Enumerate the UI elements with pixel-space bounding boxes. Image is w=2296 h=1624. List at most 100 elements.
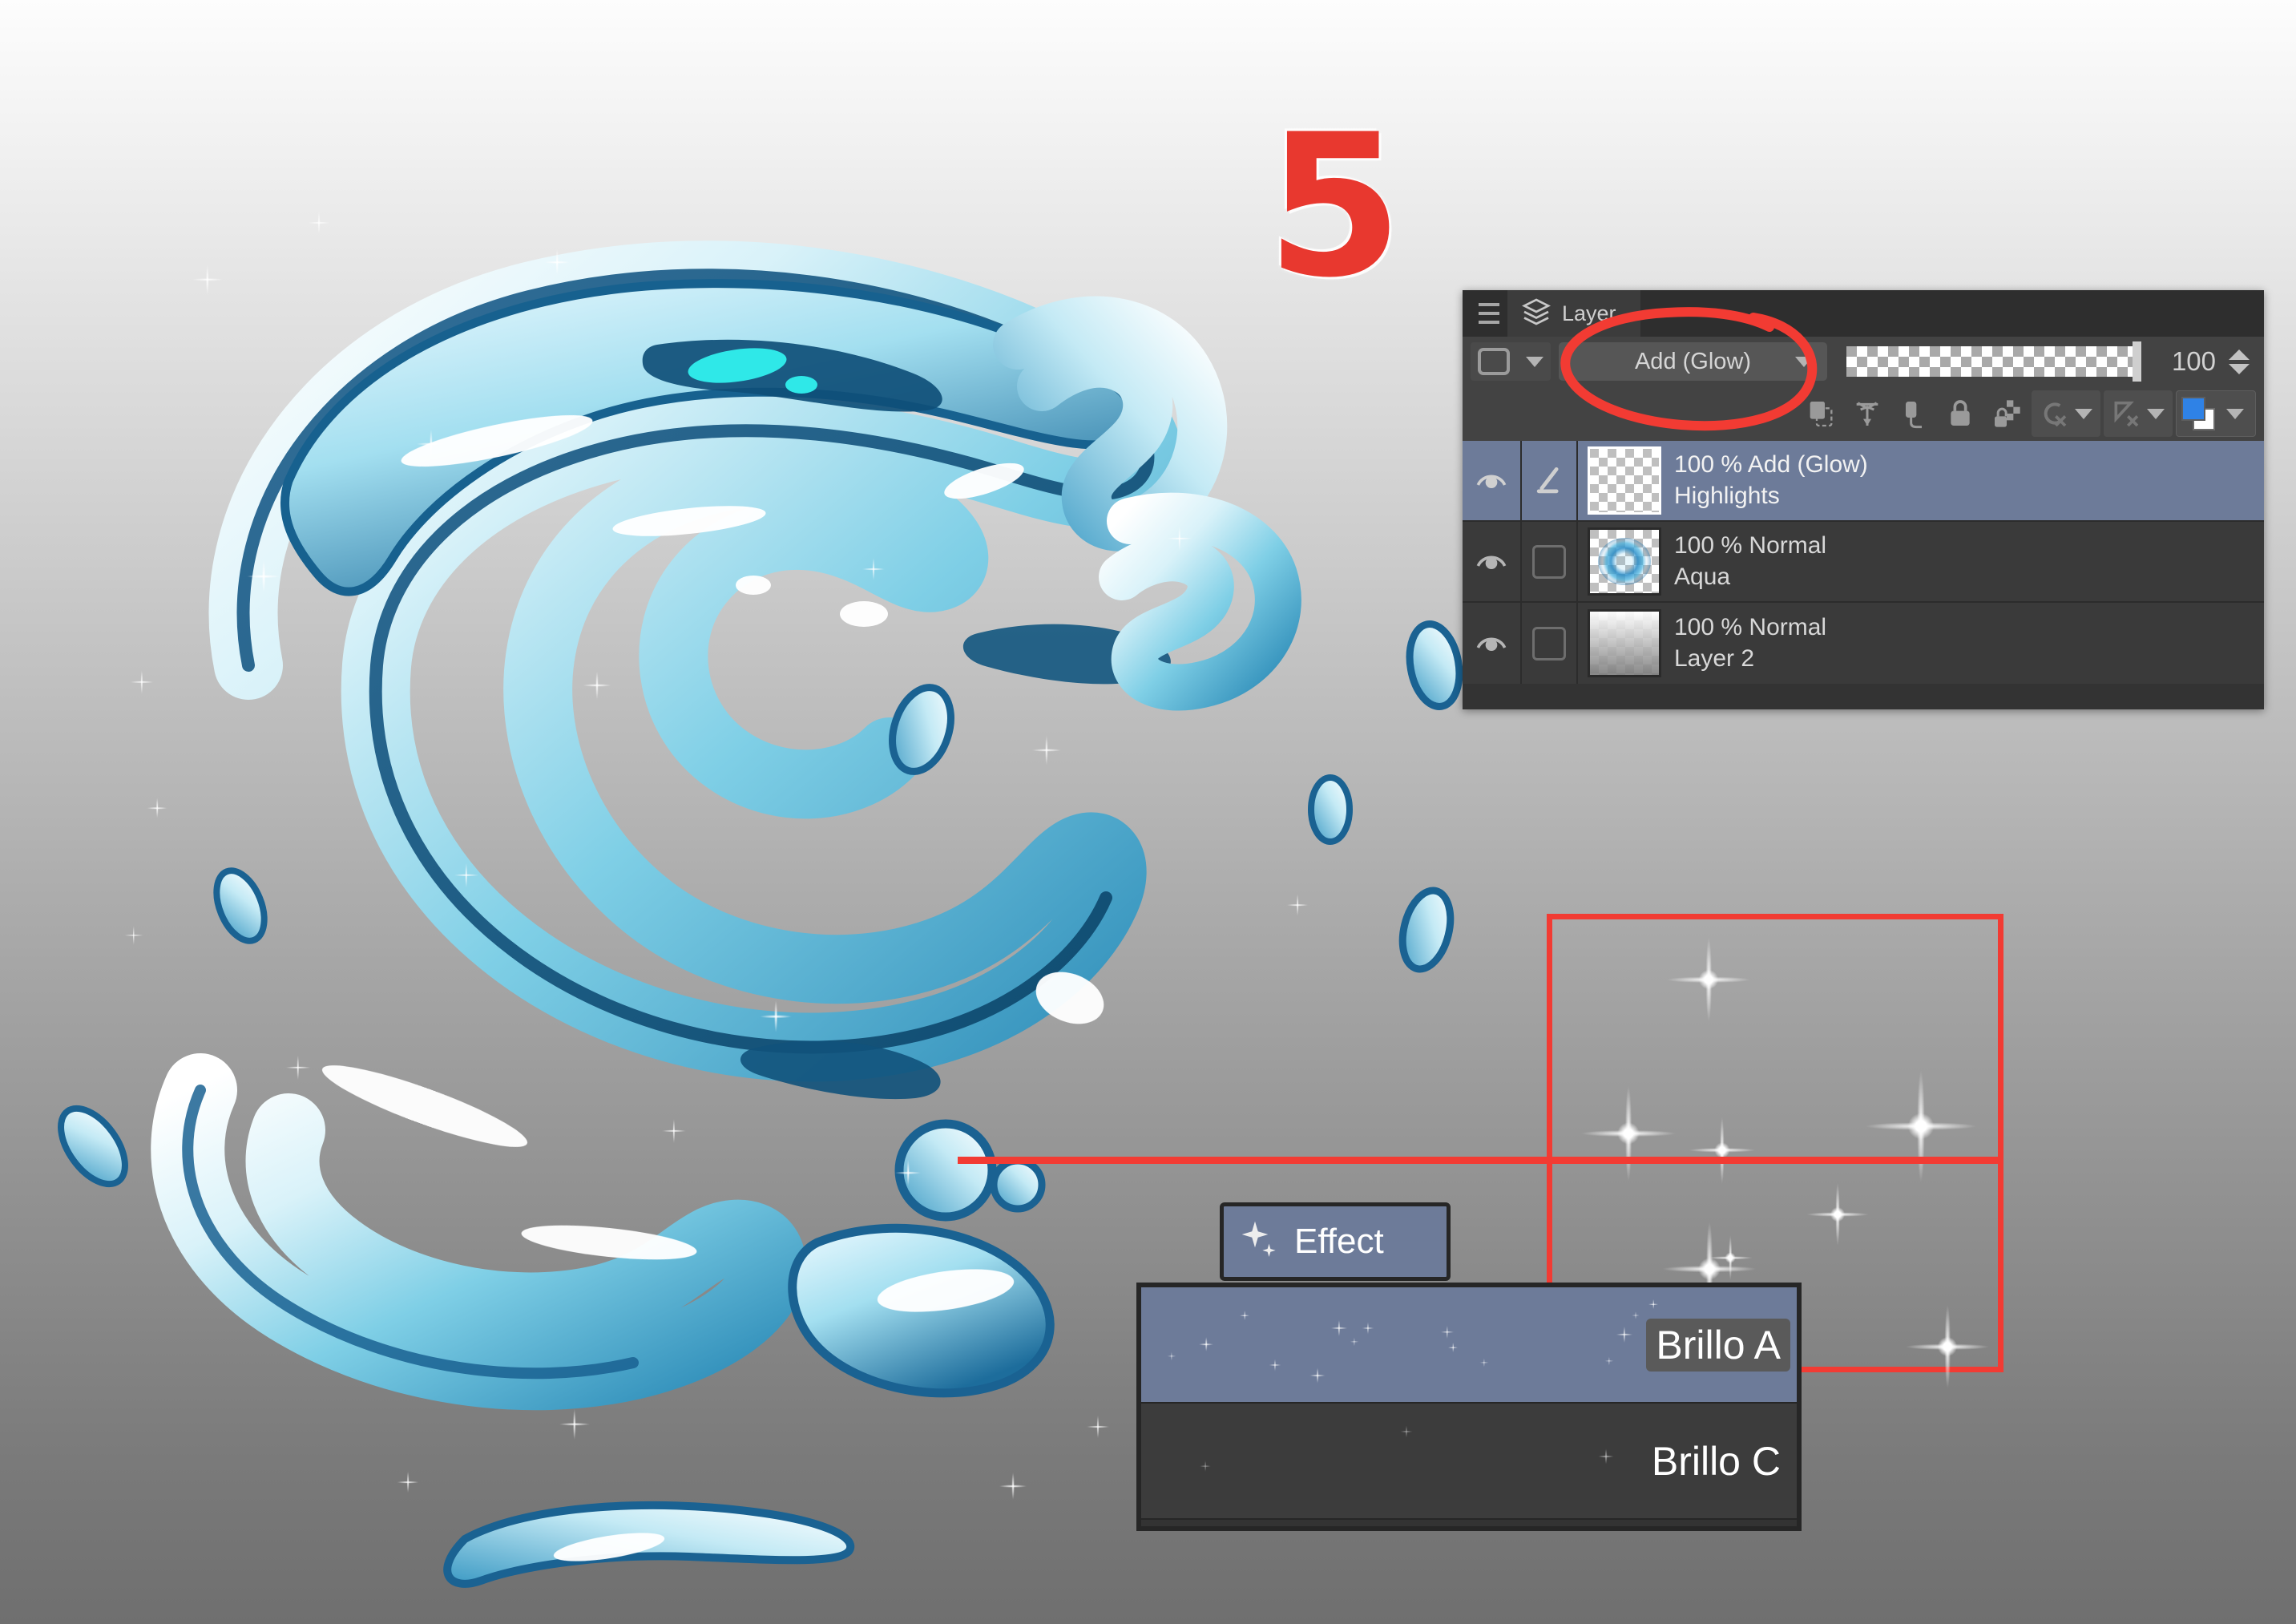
blend-mode-dropdown[interactable]: Add (Glow) <box>1559 342 1827 381</box>
opacity-checker-bar <box>1846 346 2139 377</box>
gradient-thumbnail-art <box>1590 612 1659 675</box>
chevron-down-icon[interactable] <box>2226 408 2244 419</box>
table-row[interactable]: 100 % Add (Glow) Highlights <box>1463 441 2264 522</box>
lock-transparent-pixels-icon[interactable] <box>1985 391 2028 436</box>
sparkle-star <box>577 665 617 705</box>
sparkle-star <box>410 423 452 465</box>
chevron-down-icon <box>1795 356 1813 367</box>
stepper-up-icon[interactable] <box>2229 349 2250 360</box>
opacity-value[interactable]: 100 <box>2152 346 2216 377</box>
chevron-down-icon[interactable] <box>2147 408 2165 419</box>
tab-layer-label: Layer <box>1562 301 1616 325</box>
sparkle-star <box>1282 890 1313 920</box>
blend-mode-value: Add (Glow) <box>1634 348 1752 374</box>
layer-mask-group[interactable] <box>2032 390 2100 437</box>
sparkle-star-large <box>1887 1287 2007 1407</box>
layers-stack-icon <box>1520 296 1552 332</box>
sparkle-star <box>143 794 171 822</box>
draft-layer-icon[interactable] <box>1892 391 1935 436</box>
chevron-down-icon[interactable] <box>2075 408 2092 419</box>
ruler-mask-group[interactable] <box>2104 390 2173 437</box>
sparkle-icon <box>1238 1218 1283 1266</box>
sparkle-star <box>1082 1411 1114 1443</box>
sparkle-star <box>280 1050 316 1085</box>
empty-pen-box-icon <box>1532 544 1566 579</box>
list-item[interactable]: Brillo C <box>1141 1404 1797 1520</box>
layer-toolbar <box>1463 386 2264 441</box>
sparkle-star <box>657 1114 691 1148</box>
sparkle-star-large <box>1674 1102 1770 1198</box>
layer-name: Aqua <box>1674 564 1731 590</box>
sparkle-star <box>125 665 159 699</box>
layer-name: Highlights <box>1674 483 1780 509</box>
layer-info: 100 % Normal Layer 2 <box>1674 614 1826 673</box>
layer-name: Layer 2 <box>1674 645 1755 672</box>
hamburger-menu-icon[interactable] <box>1471 290 1507 337</box>
lock-layer-icon[interactable] <box>1939 391 1982 436</box>
visibility-eye-icon[interactable] <box>1463 631 1520 656</box>
aqua-thumbnail-art <box>1598 538 1651 585</box>
opacity-slider-handle[interactable] <box>2133 341 2141 382</box>
layer-thumbnail[interactable] <box>1588 446 1661 515</box>
visibility-eye-icon[interactable] <box>1463 549 1520 575</box>
draw-target-pen-icon[interactable] <box>1520 441 1578 520</box>
sparkle-star-large <box>1648 919 1769 1040</box>
list-item[interactable]: Brillo A <box>1141 1287 1797 1404</box>
sparkle-star-large <box>1698 1226 1762 1290</box>
layer-type-selector[interactable] <box>1471 342 1551 381</box>
stepper-down-icon[interactable] <box>2229 363 2250 374</box>
clip-to-layer-below-icon[interactable] <box>1799 391 1842 436</box>
layer-list: 100 % Add (Glow) Highlights 100 % Normal… <box>1463 441 2264 684</box>
layer-thumbnail[interactable] <box>1588 609 1661 677</box>
sparkle-star <box>120 922 147 949</box>
sparkle-star <box>186 258 229 301</box>
layer-type-icon <box>1478 348 1510 375</box>
opacity-stepper[interactable] <box>2229 349 2250 374</box>
opacity-slider[interactable] <box>1846 341 2141 382</box>
table-row[interactable]: 100 % Normal Layer 2 <box>1463 603 2264 684</box>
visibility-eye-icon[interactable] <box>1463 468 1520 494</box>
step-number-annotation: 5 <box>1266 92 1403 321</box>
sparkle-star <box>393 1467 423 1497</box>
layer-mask-icon[interactable] <box>2032 391 2075 436</box>
sparkle-star <box>303 207 335 239</box>
tab-layer[interactable]: Layer <box>1507 290 1640 337</box>
sparkle-star <box>857 553 890 585</box>
tab-effect[interactable]: Effect <box>1220 1202 1451 1281</box>
draw-target-slot[interactable] <box>1520 522 1578 601</box>
brush-name: Brillo C <box>1651 1438 1781 1484</box>
sparkle-star-large <box>1793 1170 1882 1259</box>
layer-panel: Layer Add (Glow) 100 100 % Add (Glow) Hi… <box>1463 290 2264 709</box>
chevron-down-icon <box>1526 356 1543 367</box>
layer-thumbnail[interactable] <box>1588 527 1661 596</box>
sparkle-star <box>539 244 575 281</box>
table-row[interactable]: 100 % Normal Aqua <box>1463 522 2264 603</box>
layer-panel-titlebar: Layer <box>1463 290 2264 337</box>
sparkle-star <box>1162 521 1197 556</box>
reference-layer-icon[interactable] <box>1846 391 1889 436</box>
brush-list-panel: Brillo A Brillo C <box>1136 1283 1802 1531</box>
sparkle-star <box>753 994 798 1039</box>
layer-blend-info: 100 % Normal <box>1674 614 1827 640</box>
sparkle-star <box>553 1403 596 1446</box>
sparkle-star <box>240 553 287 600</box>
ruler-mask-icon[interactable] <box>2104 391 2147 436</box>
draw-target-slot[interactable] <box>1520 603 1578 684</box>
sparkle-star <box>994 1467 1032 1505</box>
sparkle-star <box>890 1154 926 1191</box>
layer-blend-info: 100 % Normal <box>1674 532 1827 559</box>
tab-effect-label: Effect <box>1294 1222 1384 1261</box>
brush-name: Brillo A <box>1646 1318 1790 1372</box>
sparkle-star <box>449 858 484 893</box>
color-swatch[interactable] <box>2181 397 2215 430</box>
empty-pen-box-icon <box>1532 626 1566 661</box>
layer-info: 100 % Normal Aqua <box>1674 532 1826 591</box>
sparkle-star-large <box>1560 1065 1697 1202</box>
layer-blend-info: 100 % Add (Glow) <box>1674 451 1868 478</box>
sparkle-star <box>1026 729 1067 771</box>
sparkle-star-large <box>1841 1046 2001 1206</box>
layer-color-icon[interactable] <box>2176 390 2256 437</box>
red-callout-line <box>958 1157 2003 1164</box>
layer-info: 100 % Add (Glow) Highlights <box>1674 451 1868 510</box>
blend-mode-row: Add (Glow) 100 <box>1463 337 2264 386</box>
